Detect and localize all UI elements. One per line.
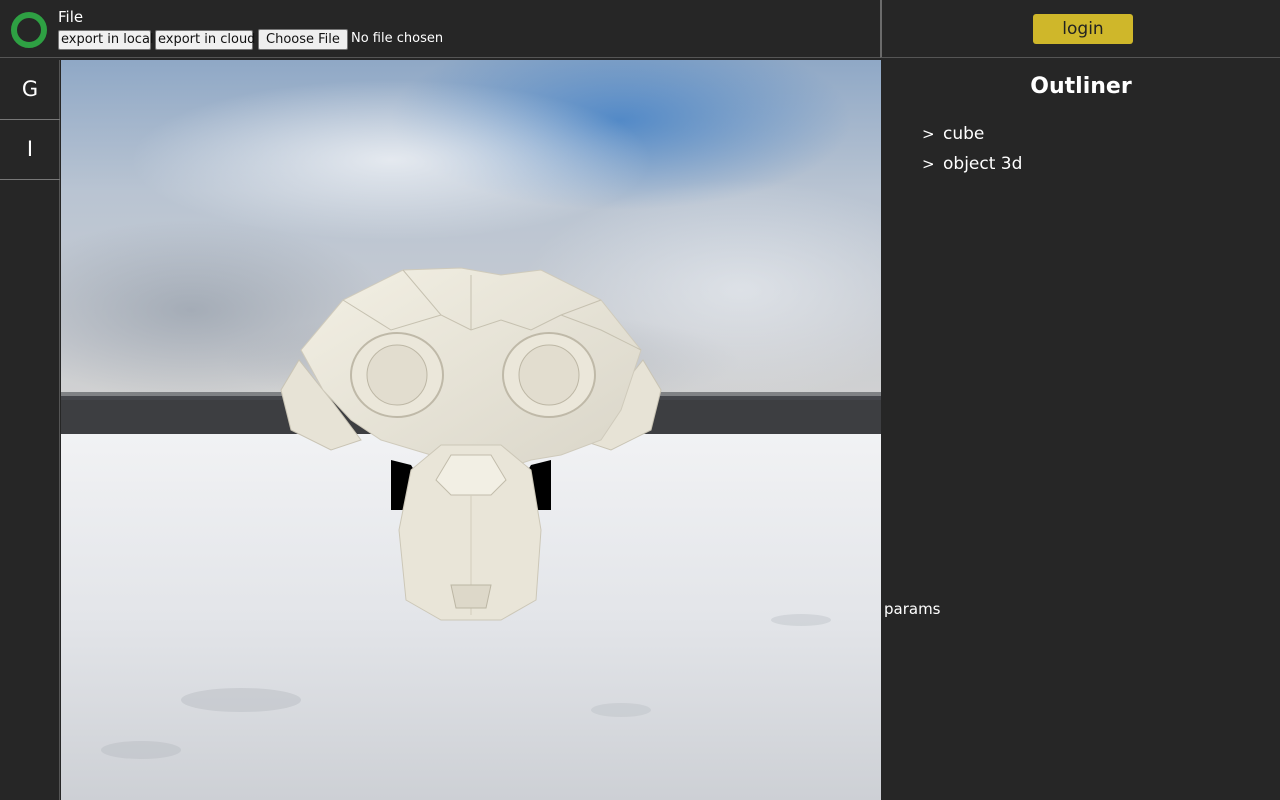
tool-insert-button[interactable]: I — [0, 120, 60, 180]
account-bar: login — [880, 0, 1280, 58]
mesh-mouth — [450, 584, 492, 609]
cloud-bright — [131, 80, 651, 240]
outliner-item-object-3d[interactable]: > object 3d — [922, 154, 1022, 184]
mesh-eye-left-inner — [366, 344, 428, 406]
tool-sidebar: G I — [0, 60, 60, 800]
login-button[interactable]: login — [1033, 14, 1133, 44]
file-menu[interactable]: File — [58, 8, 83, 26]
outliner-list: > cube > object 3d — [922, 124, 1022, 184]
outliner-title: Outliner — [1030, 74, 1132, 99]
outliner-item-cube[interactable]: > cube — [922, 124, 1022, 154]
3d-viewport[interactable] — [61, 60, 881, 800]
tool-grab-button[interactable]: G — [0, 60, 60, 120]
export-local-button[interactable]: export in local — [58, 30, 154, 50]
snow-track-2 — [101, 741, 181, 759]
outliner-panel: Outliner > cube > object 3d params — [882, 60, 1280, 800]
choose-file-button[interactable]: Choose File — [258, 29, 348, 50]
outliner-item-label: cube — [943, 124, 985, 144]
snow-track — [181, 688, 301, 712]
top-menu-bar: File export in local export in cloud Cho… — [0, 0, 880, 58]
scene-canvas[interactable] — [61, 60, 881, 800]
chevron-right-icon[interactable]: > — [922, 155, 943, 173]
file-status-text: No file chosen — [351, 31, 444, 46]
mesh-eye-right-inner — [518, 344, 580, 406]
app-logo-icon — [11, 12, 47, 48]
export-cloud-button[interactable]: export in cloud — [155, 30, 255, 50]
chevron-right-icon[interactable]: > — [922, 125, 943, 143]
snow-track-4 — [771, 614, 831, 626]
params-label: params — [884, 600, 941, 618]
outliner-item-label: object 3d — [943, 154, 1023, 174]
snow-track-3 — [591, 703, 651, 717]
